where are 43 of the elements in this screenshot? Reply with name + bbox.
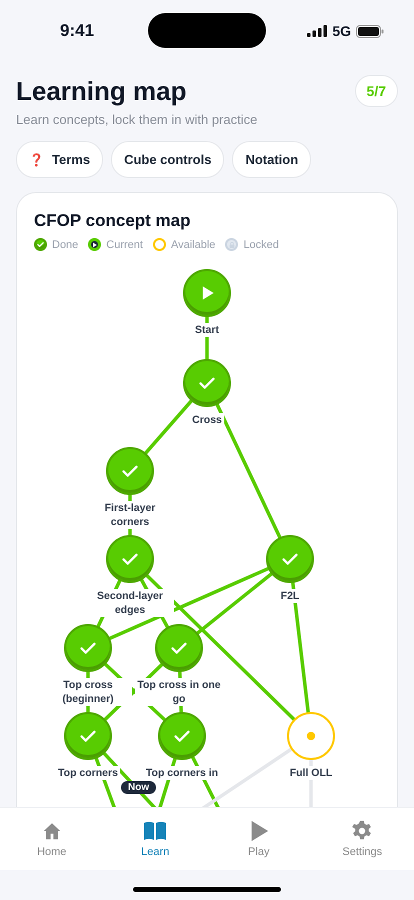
signal-icon bbox=[307, 25, 328, 37]
play-node[interactable] bbox=[183, 269, 231, 317]
check-node[interactable] bbox=[183, 359, 231, 407]
tab-item[interactable]: Home bbox=[0, 808, 104, 870]
status-time: 9:41 bbox=[60, 21, 94, 41]
tab-item[interactable]: Learn bbox=[104, 808, 207, 870]
check-node[interactable] bbox=[266, 535, 314, 583]
node-label: Top cross in one go bbox=[135, 678, 223, 706]
chip-button[interactable]: Cube controls bbox=[111, 141, 224, 178]
progress-badge: 5/7 bbox=[354, 75, 398, 107]
node-label: Top corners in bbox=[144, 766, 220, 780]
check-node[interactable] bbox=[106, 535, 154, 583]
page-subtitle: Learn concepts, lock them in with practice bbox=[16, 112, 258, 127]
page-title: Learning map bbox=[16, 75, 188, 108]
node-label: Full OLL bbox=[288, 766, 334, 780]
chip-button[interactable]: Notation bbox=[232, 141, 312, 178]
battery-icon bbox=[356, 24, 384, 38]
dot-node[interactable] bbox=[287, 712, 335, 760]
now-badge: Now bbox=[121, 781, 156, 794]
check-node[interactable] bbox=[158, 712, 206, 760]
check-node[interactable] bbox=[64, 712, 112, 760]
check-node[interactable] bbox=[155, 624, 203, 672]
legend-label: Current bbox=[106, 238, 143, 250]
settings-icon bbox=[351, 820, 374, 842]
legend-label: Available bbox=[170, 238, 216, 250]
chip-button[interactable]: ❓ Terms bbox=[16, 141, 104, 178]
node-label: Top corners bbox=[56, 766, 120, 780]
legend-label: Done bbox=[52, 238, 78, 250]
book-icon bbox=[143, 820, 168, 842]
play-icon bbox=[91, 240, 98, 248]
legend-label: Locked bbox=[243, 238, 279, 250]
check-node[interactable] bbox=[106, 447, 154, 495]
map-title: CFOP concept map bbox=[33, 210, 192, 231]
node-label: Start bbox=[193, 323, 221, 337]
tab-item[interactable]: Play bbox=[207, 808, 310, 870]
connector-line bbox=[144, 399, 193, 455]
node-label: F2L bbox=[278, 589, 302, 603]
network-label: 5G bbox=[332, 23, 351, 39]
check-node[interactable] bbox=[64, 624, 112, 672]
dot-icon bbox=[306, 731, 316, 741]
legend-dot-node bbox=[152, 238, 166, 251]
lock-icon bbox=[228, 240, 236, 248]
tab-item[interactable]: Settings bbox=[310, 808, 414, 870]
